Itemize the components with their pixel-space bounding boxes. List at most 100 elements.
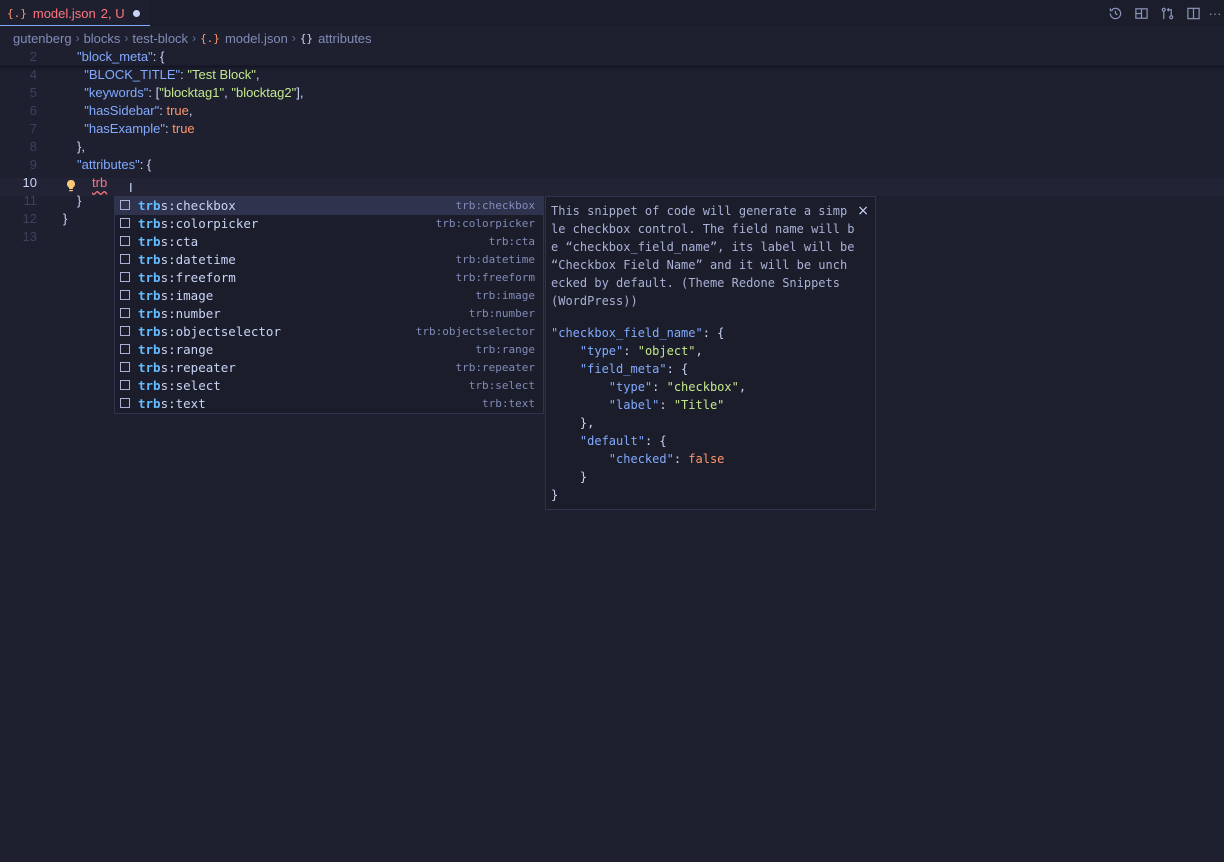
line-code: "BLOCK_TITLE": "Test Block", [77, 66, 259, 84]
chevron-right-icon: › [75, 31, 80, 45]
suggestion-match: trb [138, 378, 161, 393]
code-token: "object" [637, 344, 696, 358]
snippet-icon [120, 362, 130, 372]
suggestion-rest: s:range [160, 342, 214, 357]
split-editor-icon[interactable] [1180, 0, 1206, 26]
code-line[interactable]: 2 "block_meta": { [0, 48, 1224, 66]
snippet-line: "field_meta": { [551, 360, 746, 378]
json-file-icon: {.} [7, 6, 27, 20]
code-token: }, [551, 416, 595, 430]
snippet-icon [120, 326, 130, 336]
line-number: 10 [22, 175, 37, 190]
suggestion-item[interactable]: trbs:objectselector trb:objectselector [115, 323, 543, 341]
snippet-icon [120, 344, 130, 354]
code-token: ], [296, 85, 304, 100]
code-token: : { [702, 326, 725, 340]
breadcrumb-item-symbol[interactable]: attributes [318, 31, 371, 46]
code-line[interactable]: 9 "attributes": { [0, 156, 1224, 174]
line-code: trb [92, 174, 107, 192]
line-number: 6 [29, 103, 37, 118]
suggestion-label: trbs:range [138, 341, 213, 359]
line-number: 5 [29, 85, 37, 100]
breadcrumb-item-blocks[interactable]: blocks [84, 31, 121, 46]
breadcrumb-item-test-block[interactable]: test-block [132, 31, 188, 46]
code-token: "blocktag1" [159, 85, 225, 100]
code-line[interactable]: 12} [0, 210, 1224, 228]
suggestion-label: trbs:image [138, 287, 213, 305]
code-token: }, [77, 139, 85, 154]
snippet-line: "label": "Title" [551, 396, 746, 414]
line-number: 12 [22, 211, 37, 226]
suggestion-rest: s:repeater [160, 360, 236, 375]
code-line[interactable]: 11} [0, 192, 1224, 210]
history-icon[interactable] [1102, 0, 1128, 26]
more-icon[interactable]: ··· [1206, 0, 1224, 26]
code-line[interactable]: 5 "keywords": ["blocktag1", "blocktag2"]… [0, 84, 1224, 102]
suggestion-label: trbs:text [138, 395, 206, 413]
suggestion-detail: trb:objectselector [415, 325, 535, 338]
code-line[interactable]: 10 trb [0, 174, 1224, 192]
git-compare-icon[interactable] [1154, 0, 1180, 26]
object-symbol-icon: {} [299, 31, 314, 45]
code-line[interactable]: 13 [0, 228, 1224, 246]
breadcrumb-item-file[interactable]: model.json [225, 31, 288, 46]
suggestion-item[interactable]: trbs:select trb:select [115, 377, 543, 395]
snippet-line: "type": "checkbox", [551, 378, 746, 396]
code-line[interactable]: 4 "BLOCK_TITLE": "Test Block", [0, 66, 1224, 84]
unsaved-dot-icon[interactable] [133, 10, 140, 17]
code-token: "Title" [673, 398, 725, 412]
chevron-right-icon: › [124, 31, 129, 45]
suggestion-match: trb [138, 288, 161, 303]
suggestion-item[interactable]: trbs:freeform trb:freeform [115, 269, 543, 287]
suggestion-item[interactable]: trbs:datetime trb:datetime [115, 251, 543, 269]
suggestion-match: trb [138, 396, 161, 411]
suggestion-rest: s:image [160, 288, 214, 303]
suggestion-item[interactable]: trbs:repeater trb:repeater [115, 359, 543, 377]
suggestion-rest: s:datetime [160, 252, 236, 267]
code-token: "label" [608, 398, 660, 412]
code-token: "checkbox_field_name" [551, 326, 703, 340]
code-line[interactable]: 7 "hasExample": true [0, 120, 1224, 138]
suggestion-label: trbs:number [138, 305, 221, 323]
line-code: "keywords": ["blocktag1", "blocktag2"], [77, 84, 303, 102]
suggestion-rest: s:objectselector [160, 324, 281, 339]
snippet-icon [120, 290, 130, 300]
breadcrumb-item-gutenberg[interactable]: gutenberg [13, 31, 72, 46]
code-token: "hasSidebar" [84, 103, 160, 118]
breadcrumb: gutenberg › blocks › test-block › {.} mo… [13, 29, 372, 47]
code-line[interactable]: 6 "hasSidebar": true, [0, 102, 1224, 120]
code-token: true [166, 103, 189, 118]
snippet-line: "checked": false [551, 450, 746, 468]
suggestion-detail: trb:freeform [455, 271, 535, 284]
suggestion-match: trb [138, 270, 161, 285]
suggestion-item[interactable]: trbs:range trb:range [115, 341, 543, 359]
suggestion-match: trb [138, 324, 161, 339]
layout-icon[interactable] [1128, 0, 1154, 26]
line-number: 7 [29, 121, 37, 136]
code-token: true [172, 121, 195, 136]
suggestion-item[interactable]: trbs:text trb:text [115, 395, 543, 413]
suggestion-match: trb [138, 306, 161, 321]
suggestion-item[interactable]: trbs:number trb:number [115, 305, 543, 323]
chevron-right-icon: › [192, 31, 197, 45]
snippet-icon [120, 272, 130, 282]
code-token: "default" [579, 434, 645, 448]
tab-active-indicator [0, 25, 150, 26]
suggestion-detail: trb:number [468, 307, 535, 320]
suggestion-item[interactable]: trbs:image trb:image [115, 287, 543, 305]
code-token: "type" [608, 380, 653, 394]
code-token: : [623, 344, 638, 358]
code-token: } [551, 470, 588, 484]
line-number: 8 [29, 139, 37, 154]
code-token: : [673, 452, 689, 466]
code-line[interactable]: 8}, [0, 138, 1224, 156]
line-code: }, [77, 138, 85, 156]
typed-text: trb [92, 175, 108, 190]
line-number: 9 [29, 157, 37, 172]
snippet-line: }, [551, 414, 746, 432]
suggestion-rest: s:number [160, 306, 221, 321]
code-token: : { [152, 49, 165, 64]
snippet-line: } [551, 468, 746, 486]
tab-model-json[interactable]: {.} model.json 2, U [0, 0, 150, 26]
snippet-line: } [551, 486, 746, 504]
